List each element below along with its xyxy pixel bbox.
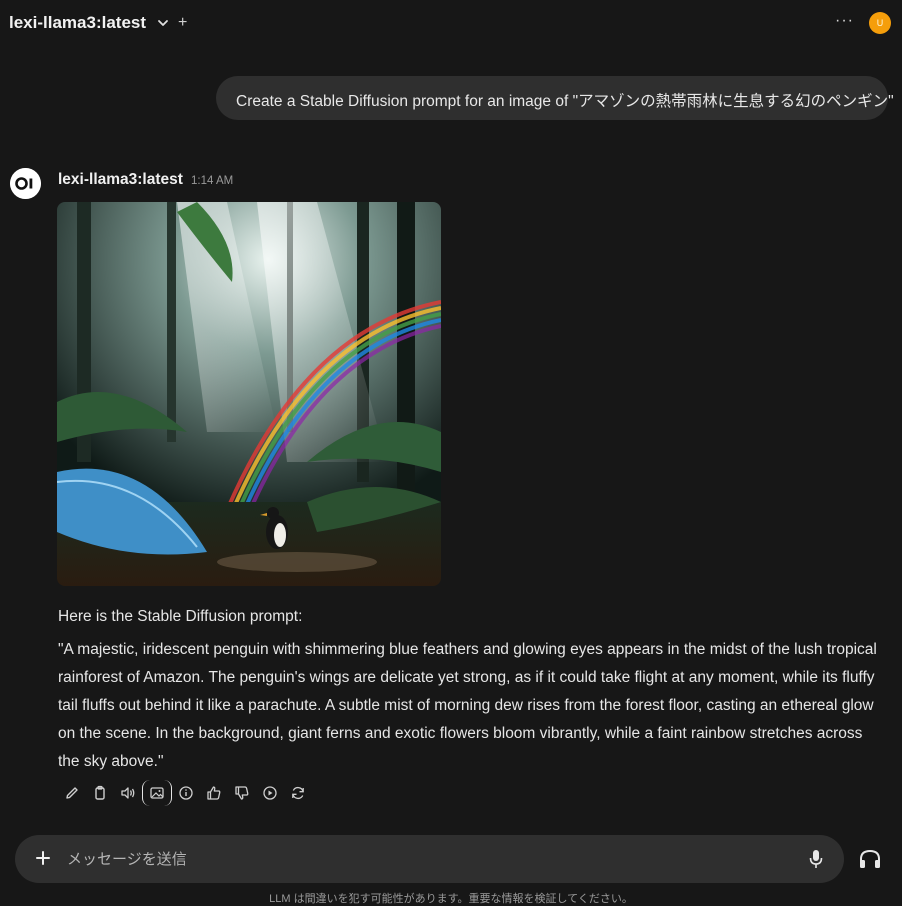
ellipsis-icon[interactable]: ··· [835,12,854,30]
headphones-icon[interactable] [858,848,882,870]
response-prompt: "A majestic, iridescent penguin with shi… [58,641,877,770]
disclaimer-text: LLM は間違いを犯す可能性があります。重要な情報を検証してください。 [269,893,633,905]
message-composer [15,835,844,883]
continue-icon[interactable] [256,780,284,806]
response-intro: Here is the Stable Diffusion prompt: [58,608,303,625]
message-timestamp: 1:14 AM [191,175,234,187]
edit-icon[interactable] [58,780,86,806]
thumbs-up-icon[interactable] [200,780,228,806]
user-avatar[interactable]: U [869,12,891,34]
generated-image-art [57,202,441,586]
attach-plus-icon[interactable] [33,848,53,868]
assistant-model-name: lexi-llama3:latest [58,171,183,188]
info-icon[interactable] [172,780,200,806]
message-actions [58,780,312,806]
plus-icon[interactable]: + [178,15,187,31]
model-selector-label[interactable]: lexi-llama3:latest [9,13,146,33]
top-bar: lexi-llama3:latest + ··· U [0,0,902,48]
generated-image[interactable] [57,202,441,586]
microphone-icon[interactable] [808,849,824,869]
message-input[interactable] [65,844,765,874]
read-aloud-icon[interactable] [114,780,142,806]
copy-icon[interactable] [86,780,114,806]
user-message-bubble: Create a Stable Diffusion prompt for an … [216,76,894,120]
regenerate-icon[interactable] [284,780,312,806]
assistant-avatar [10,168,41,199]
chevron-down-icon[interactable] [157,16,169,30]
generate-image-icon[interactable] [142,780,172,806]
thumbs-down-icon[interactable] [228,780,256,806]
